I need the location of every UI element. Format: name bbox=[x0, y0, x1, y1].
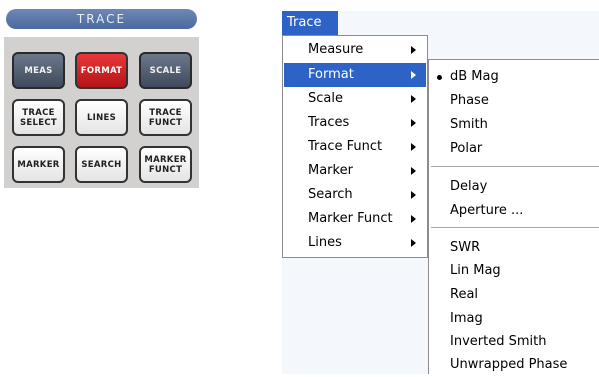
trace-funct-key[interactable]: TRACE FUNCT bbox=[139, 99, 192, 136]
trace-hardkey-panel: TRACE MEAS FORMAT SCALE TRACE SELECT LIN… bbox=[0, 0, 202, 190]
menu-item-lines[interactable]: Lines bbox=[284, 231, 426, 255]
submenu-item-label: Real bbox=[450, 287, 479, 302]
menu-item-label: Trace Funct bbox=[308, 139, 383, 154]
submenu-item-label: Phase bbox=[450, 93, 489, 108]
panel-title: TRACE bbox=[6, 9, 197, 29]
menu-item-label: Marker Funct bbox=[308, 211, 393, 226]
trace-select-key[interactable]: TRACE SELECT bbox=[12, 99, 65, 136]
menu-item-measure[interactable]: Measure bbox=[284, 38, 426, 62]
submenu-arrow-icon bbox=[411, 215, 416, 223]
menu-item-label: Search bbox=[308, 187, 353, 202]
submenu-item-label: SWR bbox=[450, 240, 481, 255]
trace-funct-key-label: TRACE FUNCT bbox=[148, 107, 183, 128]
checked-bullet-icon bbox=[437, 75, 442, 80]
menu-item-marker[interactable]: Marker bbox=[284, 159, 426, 183]
submenu-item-unwrapped-phase[interactable]: Unwrapped Phase bbox=[429, 353, 599, 377]
trace-select-key-label: TRACE SELECT bbox=[20, 107, 57, 128]
menu-item-marker-funct[interactable]: Marker Funct bbox=[284, 207, 426, 231]
submenu-item-imag[interactable]: Imag bbox=[429, 307, 599, 331]
scale-key[interactable]: SCALE bbox=[139, 52, 192, 89]
menu-item-format[interactable]: Format bbox=[284, 63, 426, 87]
submenu-item-phase[interactable]: Phase bbox=[429, 89, 599, 113]
menu-separator bbox=[431, 166, 599, 168]
menu-item-label: Traces bbox=[308, 115, 350, 130]
submenu-arrow-icon bbox=[411, 191, 416, 199]
search-key[interactable]: SEARCH bbox=[75, 146, 128, 183]
menu-item-label: Format bbox=[308, 67, 354, 82]
submenu-item-db-mag[interactable]: dB Mag bbox=[429, 65, 599, 89]
submenu-item-label: Aperture ... bbox=[450, 203, 524, 218]
menu-item-trace-funct[interactable]: Trace Funct bbox=[284, 135, 426, 159]
format-key[interactable]: FORMAT bbox=[75, 52, 128, 89]
submenu-item-lin-mag[interactable]: Lin Mag bbox=[429, 259, 599, 283]
submenu-item-label: dB Mag bbox=[450, 69, 499, 84]
format-submenu: dB Mag Phase Smith Polar Delay Aperture … bbox=[428, 59, 599, 374]
menu-separator bbox=[431, 227, 599, 229]
submenu-item-polar[interactable]: Polar bbox=[429, 137, 599, 161]
submenu-item-label: Lin Mag bbox=[450, 263, 501, 278]
menubar-trace[interactable]: Trace bbox=[282, 11, 338, 35]
submenu-item-swr[interactable]: SWR bbox=[429, 236, 599, 260]
submenu-arrow-icon bbox=[411, 143, 416, 151]
submenu-item-label: Inverted Smith bbox=[450, 334, 547, 349]
panel-body: MEAS FORMAT SCALE TRACE SELECT LINES TRA… bbox=[4, 37, 199, 188]
submenu-item-aperture[interactable]: Aperture ... bbox=[429, 199, 599, 223]
submenu-arrow-icon bbox=[411, 167, 416, 175]
submenu-arrow-icon bbox=[411, 95, 416, 103]
submenu-arrow-icon bbox=[411, 46, 416, 54]
lines-key[interactable]: LINES bbox=[75, 99, 128, 136]
submenu-item-label: Polar bbox=[450, 141, 483, 156]
submenu-item-label: Unwrapped Phase bbox=[450, 357, 568, 372]
submenu-item-smith[interactable]: Smith bbox=[429, 113, 599, 137]
submenu-item-inverted-smith[interactable]: Inverted Smith bbox=[429, 330, 599, 354]
marker-funct-key-label: MARKER FUNCT bbox=[144, 154, 187, 175]
submenu-item-delay[interactable]: Delay bbox=[429, 175, 599, 199]
menu-item-scale[interactable]: Scale bbox=[284, 87, 426, 111]
submenu-item-real[interactable]: Real bbox=[429, 283, 599, 307]
trace-menu: Measure Format Scale Traces Trace Funct … bbox=[282, 35, 428, 258]
submenu-item-label: Imag bbox=[450, 311, 483, 326]
menu-item-label: Marker bbox=[308, 163, 353, 178]
menu-item-label: Measure bbox=[308, 42, 364, 57]
menu-item-label: Lines bbox=[308, 235, 342, 250]
marker-key[interactable]: MARKER bbox=[12, 146, 65, 183]
submenu-arrow-icon bbox=[411, 71, 416, 79]
submenu-item-label: Smith bbox=[450, 117, 488, 132]
menu-item-label: Scale bbox=[308, 91, 343, 106]
marker-funct-key[interactable]: MARKER FUNCT bbox=[139, 146, 192, 183]
submenu-item-label: Delay bbox=[450, 179, 488, 194]
submenu-arrow-icon bbox=[411, 119, 416, 127]
menu-item-traces[interactable]: Traces bbox=[284, 111, 426, 135]
meas-key[interactable]: MEAS bbox=[12, 52, 65, 89]
menu-item-search[interactable]: Search bbox=[284, 183, 426, 207]
submenu-arrow-icon bbox=[411, 239, 416, 247]
